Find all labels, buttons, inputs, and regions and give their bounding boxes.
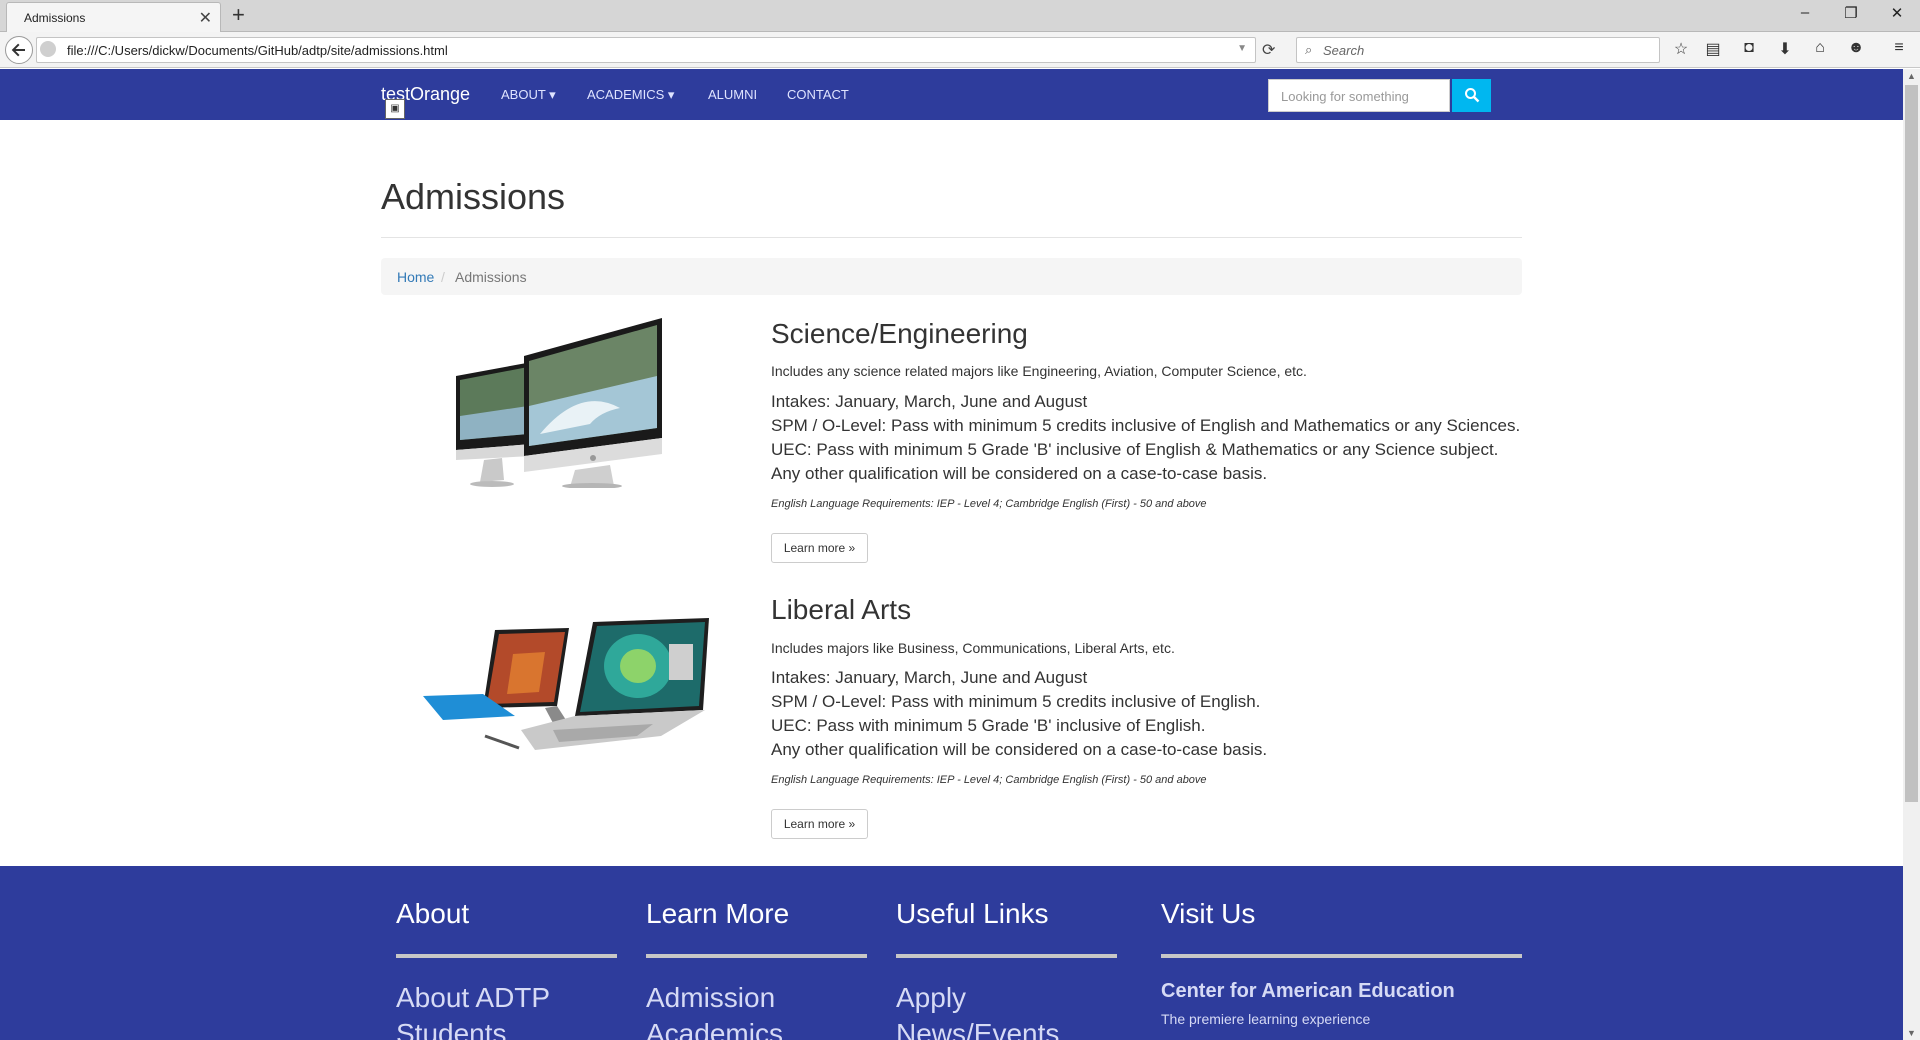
scroll-down-icon[interactable]: ▼ <box>1907 1028 1916 1038</box>
caret-down-icon: ▾ <box>664 87 675 102</box>
spm-requirement-text: SPM / O-Level: Pass with minimum 5 credi… <box>771 692 1261 711</box>
magnifier-icon: ⌕ <box>1305 42 1313 57</box>
url-text[interactable]: file:///C:/Users/dickw/Documents/GitHub/… <box>67 43 448 58</box>
back-arrow-icon <box>11 43 25 57</box>
footer-divider <box>896 954 1117 958</box>
footer-heading-useful-links: Useful Links <box>896 898 1049 929</box>
search-icon <box>1464 88 1479 103</box>
nav-about[interactable]: ABOUT ▾ <box>501 87 556 103</box>
site-search-placeholder: Looking for something <box>1281 89 1409 104</box>
tab-close-icon[interactable]: ✕ <box>199 8 212 28</box>
download-icon[interactable]: ⬇ <box>1774 39 1796 59</box>
footer-divider <box>1161 954 1522 958</box>
uec-requirement-text: UEC: Pass with minimum 5 Grade 'B' inclu… <box>771 440 1499 459</box>
learn-more-button[interactable]: Learn more » <box>771 533 868 563</box>
minimize-button[interactable]: – <box>1790 4 1820 21</box>
browser-tab[interactable]: Admissions ✕ <box>6 2 221 32</box>
site-footer: About About ADTP Students Learn More Adm… <box>0 866 1903 1040</box>
section-lead-science: Includes any science related majors like… <box>771 363 1307 379</box>
home-icon[interactable]: ⌂ <box>1809 39 1831 57</box>
footer-divider <box>646 954 867 958</box>
title-divider <box>381 237 1522 238</box>
chat-icon[interactable]: ☻ <box>1845 39 1867 57</box>
other-qualification-text: Any other qualification will be consider… <box>771 464 1268 483</box>
reload-icon[interactable]: ⟳ <box>1262 40 1275 60</box>
section-title-science: Science/Engineering <box>771 318 1028 349</box>
caret-down-icon: ▾ <box>545 87 556 102</box>
browser-search-placeholder: Search <box>1323 43 1365 58</box>
uec-requirement-text: UEC: Pass with minimum 5 Grade 'B' inclu… <box>771 716 1206 735</box>
browser-toolbar: file:///C:/Users/dickw/Documents/GitHub/… <box>0 32 1920 68</box>
breadcrumb-current: Admissions <box>455 269 527 285</box>
breadcrumb-home[interactable]: Home <box>397 269 434 285</box>
section-title-liberal-arts: Liberal Arts <box>771 594 912 625</box>
footer-link-admission[interactable]: Admission <box>646 982 775 1014</box>
intakes-text: Intakes: January, March, June and August <box>771 668 1088 687</box>
scrollbar-thumb[interactable] <box>1905 85 1918 802</box>
site-search-input[interactable]: Looking for something <box>1268 79 1450 112</box>
site-search-button[interactable] <box>1452 79 1491 112</box>
spm-requirement-text: SPM / O-Level: Pass with minimum 5 credi… <box>771 416 1521 435</box>
footer-heading-visit-us: Visit Us <box>1161 898 1256 929</box>
url-dropdown-icon[interactable]: ▼ <box>1237 43 1247 54</box>
breadcrumb-separator: / <box>441 269 445 285</box>
footer-tagline: The premiere learning experience <box>1161 1011 1371 1027</box>
learn-more-button[interactable]: Learn more » <box>771 809 868 839</box>
new-tab-button[interactable]: + <box>232 2 245 28</box>
footer-heading-learn-more: Learn More <box>646 898 790 929</box>
section-lead-liberal-arts: Includes majors like Business, Communica… <box>771 640 1175 656</box>
footer-org-name: Center for American Education <box>1161 980 1455 1002</box>
nav-contact[interactable]: CONTACT <box>787 87 849 102</box>
footer-heading-about: About <box>396 898 470 929</box>
window-close-button[interactable]: ✕ <box>1882 4 1912 22</box>
nav-about-label: ABOUT <box>501 87 546 102</box>
english-requirement-text: English Language Requirements: IEP - Lev… <box>771 774 1207 786</box>
star-icon[interactable]: ☆ <box>1670 39 1692 59</box>
menu-icon[interactable]: ≡ <box>1888 39 1910 57</box>
broken-image-icon: ▣ <box>385 99 405 119</box>
browser-tab-strip: Admissions ✕ + – ❐ ✕ <box>0 0 1920 32</box>
large-imac-image <box>524 318 662 488</box>
footer-link-academics[interactable]: Academics <box>646 1018 783 1040</box>
footer-link-news-events[interactable]: News/Events <box>896 1018 1059 1040</box>
pocket-icon[interactable]: ◘ <box>1738 39 1760 57</box>
imac-product-image <box>456 318 662 488</box>
page-title: Admissions <box>381 176 566 217</box>
footer-link-about-adtp[interactable]: About ADTP <box>396 982 550 1014</box>
browser-search-bar[interactable]: ⌕ Search <box>1296 37 1660 63</box>
nav-academics-label: ACADEMICS <box>587 87 665 102</box>
footer-link-students[interactable]: Students <box>396 1018 507 1040</box>
address-bar[interactable]: file:///C:/Users/dickw/Documents/GitHub/… <box>36 37 1256 63</box>
nav-academics[interactable]: ACADEMICS ▾ <box>587 87 674 103</box>
small-imac-image <box>456 362 532 487</box>
site-navbar: testOrange ABOUT ▾ ACADEMICS ▾ ALUMNI CO… <box>0 69 1903 120</box>
restore-button[interactable]: ❐ <box>1836 4 1866 22</box>
surface-product-image <box>423 618 709 750</box>
english-requirement-text: English Language Requirements: IEP - Lev… <box>771 498 1207 510</box>
footer-divider <box>396 954 617 958</box>
intakes-text: Intakes: January, March, June and August <box>771 392 1088 411</box>
other-qualification-text: Any other qualification will be consider… <box>771 740 1268 759</box>
footer-link-apply[interactable]: Apply <box>896 982 966 1014</box>
page-scrollbar[interactable]: ▲ ▼ <box>1903 69 1920 1040</box>
nav-alumni[interactable]: ALUMNI <box>708 87 757 102</box>
breadcrumb: Home / Admissions <box>381 258 1522 295</box>
tab-title: Admissions <box>24 11 86 25</box>
reader-icon[interactable]: ▤ <box>1702 39 1724 59</box>
back-button[interactable] <box>5 36 33 64</box>
scroll-up-icon[interactable]: ▲ <box>1907 71 1916 81</box>
site-info-icon[interactable] <box>40 41 56 57</box>
